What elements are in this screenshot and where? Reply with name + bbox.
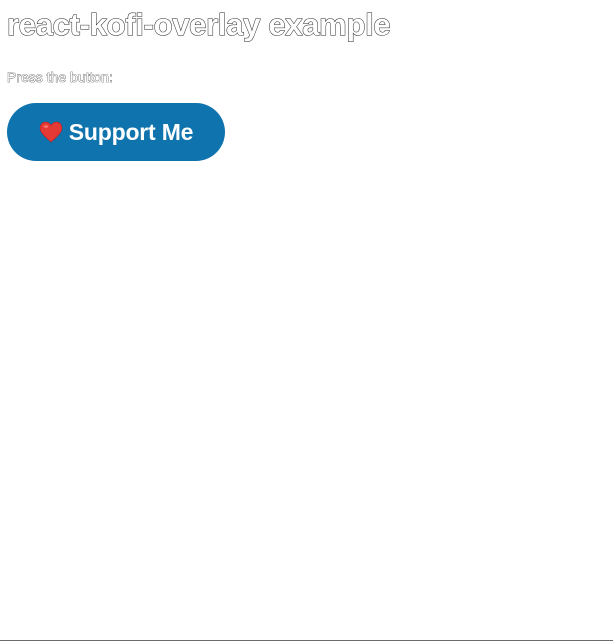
instruction-text: Press the button: <box>7 69 113 86</box>
page-title: react-kofi-overlay example <box>6 7 391 43</box>
support-me-button[interactable]: Support Me <box>7 103 225 161</box>
page: react-kofi-overlay example Press the but… <box>0 0 613 641</box>
support-me-label: Support Me <box>68 118 194 145</box>
heart-icon <box>39 121 63 143</box>
